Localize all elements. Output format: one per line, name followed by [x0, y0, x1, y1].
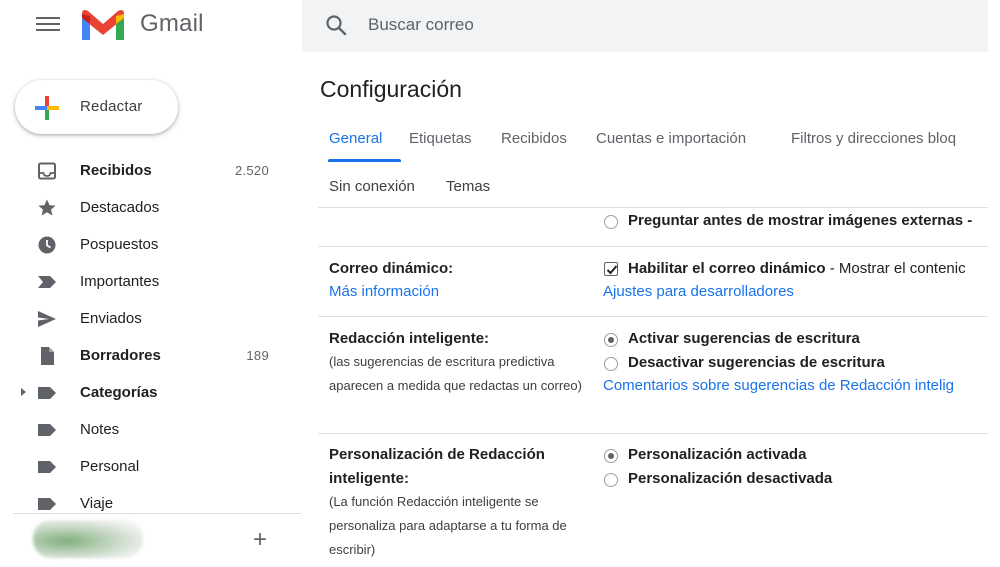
clock-icon: [38, 236, 56, 254]
label-icon: [38, 424, 56, 436]
unread-count: 2.520: [234, 163, 269, 178]
search-input[interactable]: [368, 10, 928, 40]
sidebar-item-label: Viaje: [80, 495, 114, 512]
sidebar-item-importantes[interactable]: Importantes: [13, 263, 301, 300]
send-icon: [38, 311, 56, 327]
settings-tabs: General Etiquetas Recibidos Cuentas e im…: [318, 126, 988, 162]
tab-filtros[interactable]: Filtros y direcciones bloq: [791, 126, 956, 162]
developer-settings-link[interactable]: Ajustes para desarrolladores: [603, 283, 794, 300]
sidebar-item-label: Personal: [80, 458, 140, 475]
more-info-link[interactable]: Más información: [329, 283, 439, 300]
divider: [318, 246, 988, 247]
gmail-logo-icon[interactable]: [80, 8, 126, 42]
add-icon[interactable]: +: [253, 528, 267, 552]
setting-title-line1: Personalización de Redacción: [329, 446, 545, 463]
label-icon: [38, 498, 56, 510]
draft-icon: [41, 347, 54, 365]
sidebar-item-destacados[interactable]: Destacados: [13, 189, 301, 226]
option-label: Activar sugerencias de escritura: [628, 330, 860, 347]
tab-recibidos[interactable]: Recibidos: [501, 126, 567, 162]
sidebar-item-label: Recibidos: [80, 162, 152, 179]
page-edge: [988, 0, 1000, 567]
option-label-bold: Habilitar el correo dinámico: [628, 260, 826, 277]
divider: [318, 207, 988, 208]
sidebar-item-label: Notes: [80, 421, 120, 438]
divider: [318, 316, 988, 317]
sidebar-divider: [13, 513, 301, 514]
setting-description: (La función Redacción inteligente se per…: [329, 494, 567, 557]
compose-button[interactable]: Redactar: [15, 80, 178, 134]
option-label: Desactivar sugerencias de escritura: [628, 354, 885, 371]
smart-compose-feedback-link[interactable]: Comentarios sobre sugerencias de Redacci…: [603, 377, 954, 394]
option-label: Personalización desactivada: [628, 470, 833, 487]
sidebar-item-recibidos[interactable]: Recibidos 2.520: [13, 152, 301, 189]
radio-button[interactable]: [604, 333, 618, 347]
sidebar-item-label: Borradores: [80, 347, 161, 364]
sidebar-item-pospuestos[interactable]: Pospuestos: [13, 226, 301, 263]
important-icon: [38, 276, 56, 288]
main-menu-icon[interactable]: [36, 14, 60, 34]
sidebar-item-label: Categorías: [80, 384, 158, 401]
tab-sin-conexion[interactable]: Sin conexión: [329, 174, 415, 210]
option-label: Personalización activada: [628, 446, 807, 463]
draft-count: 189: [246, 348, 269, 363]
active-tab-indicator: [328, 159, 401, 162]
sidebar-item-notes[interactable]: Notes: [13, 411, 301, 448]
divider: [318, 433, 988, 434]
checkbox[interactable]: [604, 262, 618, 276]
option-label-rest: - Mostrar el contenic: [825, 260, 966, 277]
avatar[interactable]: [33, 520, 143, 558]
sidebar-item-label: Enviados: [80, 310, 142, 327]
compose-plus-icon: [35, 96, 59, 120]
sidebar-item-label: Importantes: [80, 273, 160, 290]
tab-cuentas-importacion[interactable]: Cuentas e importación: [596, 126, 746, 162]
sidebar-nav: Recibidos 2.520 Destacados Pospuestos Im…: [13, 152, 301, 522]
tab-temas[interactable]: Temas: [446, 174, 490, 210]
sidebar: Redactar Recibidos 2.520 Destacados Posp…: [13, 60, 301, 567]
sidebar-item-viaje[interactable]: Viaje: [13, 485, 301, 522]
inbox-icon: [38, 162, 56, 180]
tab-general[interactable]: General: [329, 126, 382, 162]
star-icon: [38, 199, 56, 216]
gmail-brand: Gmail: [140, 10, 204, 37]
settings-panel: Configuración General Etiquetas Recibido…: [302, 52, 988, 567]
checkmark-icon: [606, 265, 618, 275]
option-label: Habilitar el correo dinámico - Mostrar e…: [628, 260, 966, 277]
compose-label: Redactar: [80, 98, 143, 115]
setting-title: Correo dinámico:: [329, 260, 454, 277]
tab-etiquetas[interactable]: Etiquetas: [409, 126, 472, 162]
radio-button[interactable]: [604, 473, 618, 487]
sidebar-item-borradores[interactable]: Borradores 189: [13, 337, 301, 374]
setting-title-line2: inteligente:: [329, 470, 410, 487]
label-icon: [38, 461, 56, 473]
search-icon[interactable]: [324, 13, 348, 37]
setting-description: (las sugerencias de escritura predictiva…: [329, 354, 582, 393]
search-bar: [302, 0, 988, 52]
page-title: Configuración: [320, 76, 462, 102]
radio-button[interactable]: [604, 449, 618, 463]
top-bar: Gmail: [0, 0, 1000, 52]
radio-button[interactable]: [604, 357, 618, 371]
label-icon: [38, 387, 56, 399]
sidebar-item-personal[interactable]: Personal: [13, 448, 301, 485]
sidebar-item-categorias[interactable]: Categorías: [13, 374, 301, 411]
setting-title: Redacción inteligente:: [329, 330, 490, 347]
sidebar-item-label: Destacados: [80, 199, 160, 216]
option-label: Preguntar antes de mostrar imágenes exte…: [628, 212, 973, 229]
radio-button[interactable]: [604, 215, 618, 229]
sidebar-item-label: Pospuestos: [80, 236, 159, 253]
expand-arrow-icon[interactable]: [21, 388, 26, 396]
sidebar-item-enviados[interactable]: Enviados: [13, 300, 301, 337]
